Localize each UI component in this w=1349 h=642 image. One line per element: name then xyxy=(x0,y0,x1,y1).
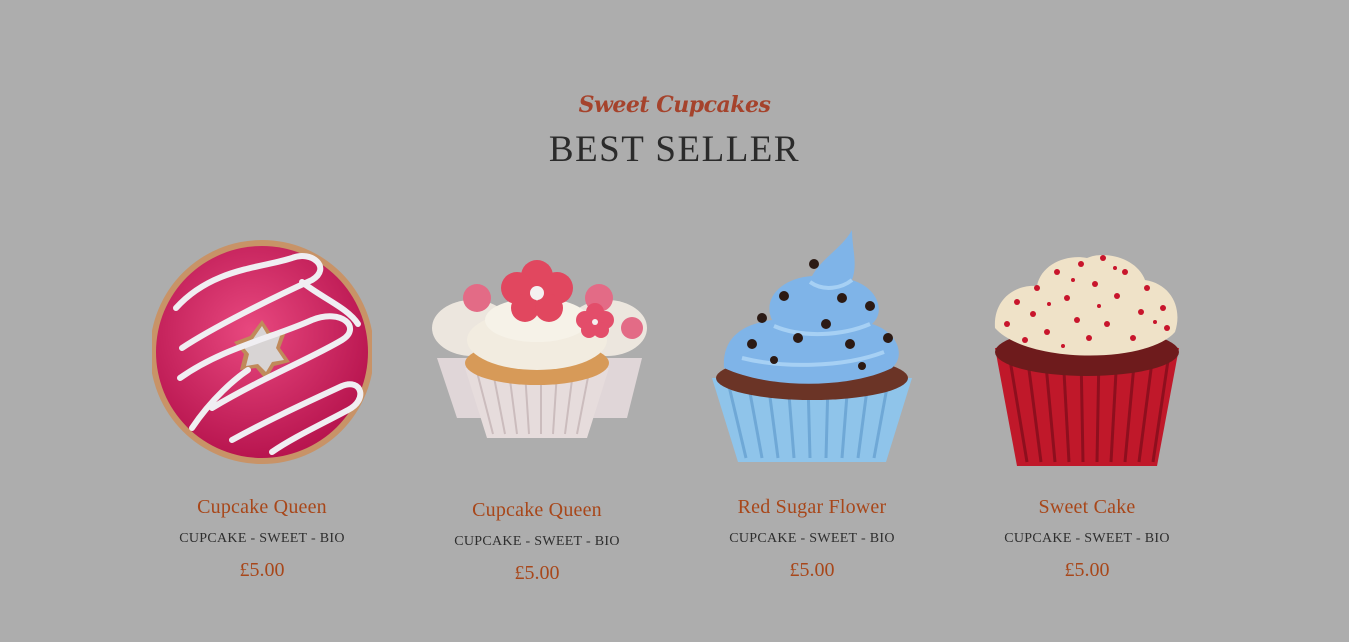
product-price: £5.00 xyxy=(789,559,835,581)
product-tags: CUPCAKE - SWEET - BIO xyxy=(454,534,620,549)
product-card[interactable]: Red Sugar Flower CUPCAKE - SWEET - BIO £… xyxy=(682,228,942,588)
product-name[interactable]: Cupcake Queen xyxy=(132,496,392,519)
product-price: £5.00 xyxy=(1064,559,1110,581)
product-card[interactable]: Cupcake Queen CUPCAKE - SWEET - BIO £5.0… xyxy=(132,228,392,588)
flower-cupcakes-icon[interactable] xyxy=(427,228,647,468)
product-card[interactable]: Sweet Cake CUPCAKE - SWEET - BIO £5.00 xyxy=(957,228,1217,588)
section-subtitle: Sweet Cupcakes xyxy=(578,92,771,118)
product-name[interactable]: Cupcake Queen xyxy=(407,499,667,522)
section-header: Sweet Cupcakes BEST SELLER xyxy=(0,88,1349,172)
product-card[interactable]: Cupcake Queen CUPCAKE - SWEET - BIO £5.0… xyxy=(407,228,667,588)
product-price: £5.00 xyxy=(239,559,285,581)
pink-donut-icon[interactable] xyxy=(152,228,372,468)
product-name[interactable]: Sweet Cake xyxy=(957,496,1217,519)
red-velvet-cupcake-icon[interactable] xyxy=(977,228,1197,468)
product-name[interactable]: Red Sugar Flower xyxy=(682,496,942,519)
product-tags: CUPCAKE - SWEET - BIO xyxy=(729,531,895,546)
product-price: £5.00 xyxy=(514,562,560,584)
product-tags: CUPCAKE - SWEET - BIO xyxy=(179,531,345,546)
blue-cupcake-icon[interactable] xyxy=(702,228,922,468)
product-tags: CUPCAKE - SWEET - BIO xyxy=(1004,531,1170,546)
section-title: BEST SELLER xyxy=(548,129,801,170)
